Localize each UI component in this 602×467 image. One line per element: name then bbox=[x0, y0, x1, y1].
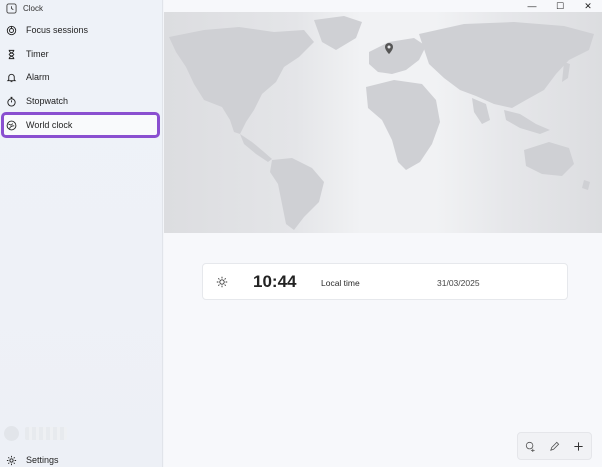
sidebar-item-world-clock[interactable]: World clock bbox=[1, 112, 160, 138]
sidebar-item-label: Settings bbox=[26, 455, 59, 465]
sidebar-item-label: World clock bbox=[26, 120, 73, 130]
world-clock-page: — ☐ ✕ 10:44 Local time 31/03/2025 bbox=[164, 0, 602, 467]
sidebar: Clock Focus sessions Timer Alarm Stopwat… bbox=[0, 0, 163, 467]
local-time-label: Local time bbox=[321, 278, 360, 288]
compare-icon bbox=[525, 441, 535, 452]
globe-icon bbox=[6, 120, 17, 130]
gear-icon bbox=[6, 455, 17, 465]
sidebar-item-label: Alarm bbox=[26, 72, 50, 82]
sidebar-item-stopwatch[interactable]: Stopwatch bbox=[3, 90, 158, 112]
sidebar-item-timer[interactable]: Timer bbox=[3, 43, 158, 65]
maximize-button[interactable]: ☐ bbox=[546, 0, 574, 12]
local-time-value: 10:44 bbox=[253, 272, 297, 291]
window-controls: — ☐ ✕ bbox=[518, 0, 602, 12]
close-button[interactable]: ✕ bbox=[574, 0, 602, 12]
minimize-button[interactable]: — bbox=[518, 0, 546, 12]
sidebar-item-label: Timer bbox=[26, 49, 49, 59]
world-clock-toolbar bbox=[517, 432, 592, 460]
clock-app-icon bbox=[6, 2, 17, 14]
hourglass-icon bbox=[8, 49, 15, 59]
local-time-card[interactable]: 10:44 Local time 31/03/2025 bbox=[202, 263, 568, 300]
world-map-graphic bbox=[164, 12, 602, 233]
bell-icon bbox=[6, 73, 17, 82]
edit-button[interactable] bbox=[545, 437, 563, 455]
edit-icon bbox=[550, 441, 560, 451]
sidebar-item-settings[interactable]: Settings bbox=[3, 449, 158, 467]
account-name-redacted bbox=[25, 427, 67, 440]
sun-icon bbox=[216, 276, 228, 288]
add-button[interactable] bbox=[570, 437, 588, 455]
app-title-bar: Clock bbox=[6, 1, 43, 15]
sidebar-item-alarm[interactable]: Alarm bbox=[3, 66, 158, 88]
local-date: 31/03/2025 bbox=[437, 278, 480, 288]
add-icon bbox=[574, 441, 583, 451]
sidebar-item-label: Stopwatch bbox=[26, 96, 69, 106]
focus-icon bbox=[6, 25, 17, 35]
world-map[interactable] bbox=[164, 12, 602, 233]
sidebar-item-label: Focus sessions bbox=[26, 25, 89, 35]
compare-button[interactable] bbox=[521, 437, 539, 455]
avatar bbox=[4, 426, 19, 441]
sidebar-item-focus-sessions[interactable]: Focus sessions bbox=[3, 19, 158, 41]
clock-window: Clock Focus sessions Timer Alarm Stopwat… bbox=[0, 0, 602, 467]
account-area[interactable] bbox=[4, 426, 67, 441]
stopwatch-icon bbox=[7, 96, 16, 107]
app-title: Clock bbox=[23, 3, 44, 13]
